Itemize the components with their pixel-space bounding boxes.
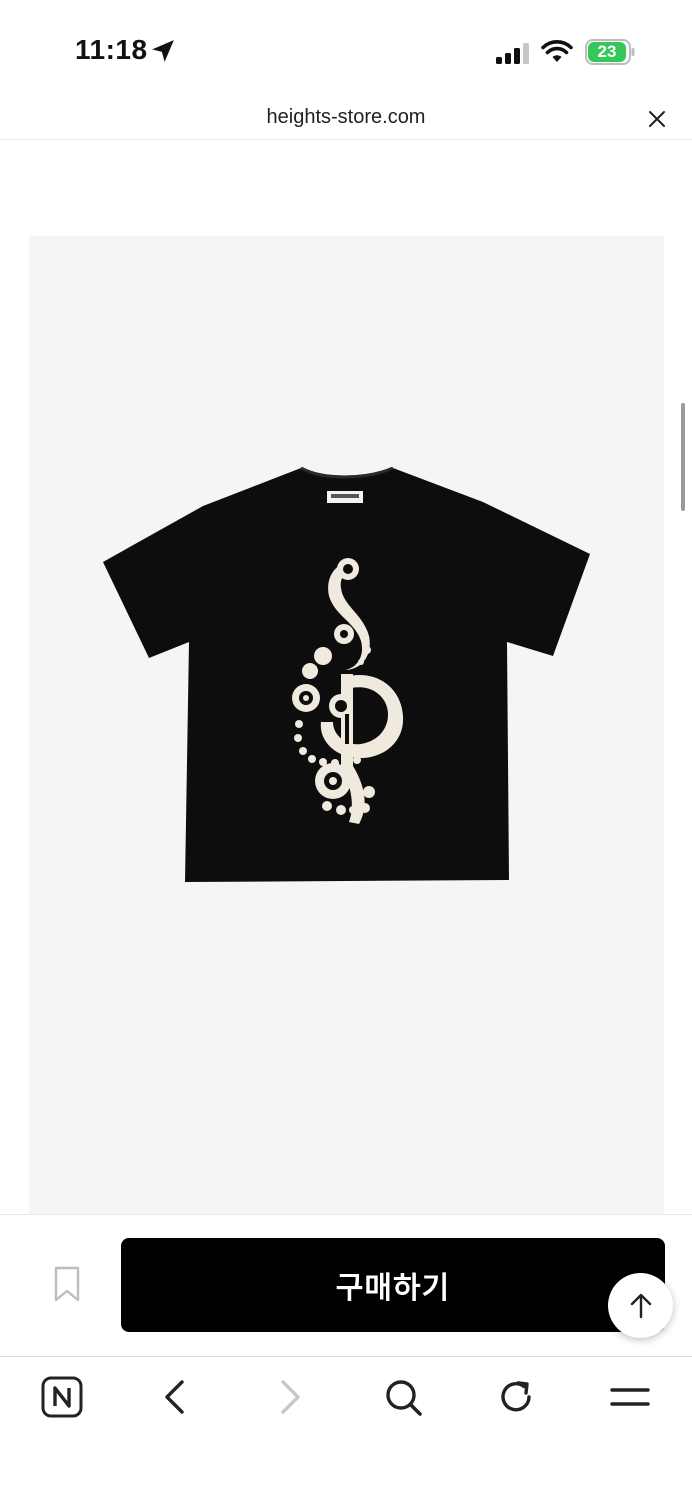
browser-page: 11:18 23 heights-store.com 구매하기 (0, 0, 692, 1500)
close-icon[interactable] (646, 108, 668, 130)
menu-icon[interactable] (608, 1375, 652, 1419)
arrow-up-icon (630, 1293, 651, 1318)
reload-icon[interactable] (494, 1375, 538, 1419)
battery-level: 23 (588, 42, 626, 62)
search-icon[interactable] (381, 1375, 425, 1419)
scroll-to-top-button[interactable] (608, 1273, 673, 1338)
back-icon[interactable] (153, 1375, 197, 1419)
location-arrow-icon (152, 40, 174, 62)
wifi-icon (541, 40, 573, 62)
url-text[interactable]: heights-store.com (0, 106, 692, 129)
status-bar: 11:18 23 (0, 0, 692, 100)
tshirt-image (103, 466, 590, 882)
naver-home-icon[interactable] (40, 1375, 84, 1419)
bookmark-icon[interactable] (54, 1266, 80, 1302)
browser-toolbar (0, 1356, 692, 1500)
status-time: 11:18 (75, 34, 148, 65)
product-image[interactable] (29, 236, 664, 1214)
forward-icon[interactable] (268, 1375, 312, 1419)
buy-button[interactable]: 구매하기 (121, 1238, 665, 1332)
address-bar[interactable]: heights-store.com (0, 96, 692, 140)
scrollbar[interactable] (681, 403, 685, 511)
cellular-signal-icon (496, 43, 529, 64)
